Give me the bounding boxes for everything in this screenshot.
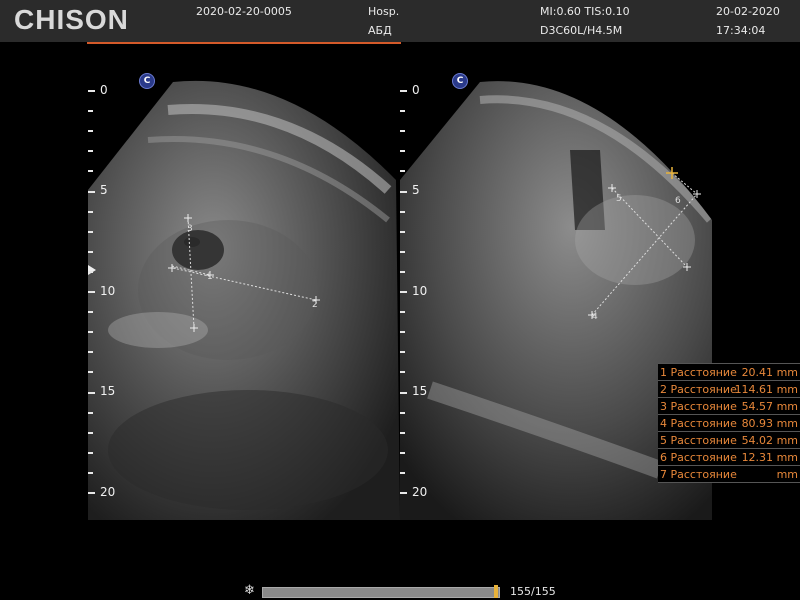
depth-label: 20 — [412, 485, 428, 499]
depth-label: 5 — [412, 183, 420, 197]
patient-id: 2020-02-20-0005 — [196, 5, 292, 18]
depth-tick — [88, 331, 93, 334]
depth-label: 10 — [412, 284, 428, 298]
depth-tick — [400, 210, 405, 213]
depth-label: 15 — [412, 384, 428, 398]
depth-tick — [400, 411, 405, 414]
depth-tick — [88, 190, 95, 193]
depth-tick — [400, 371, 405, 374]
cine-frame-counter: 155/155 — [510, 585, 556, 598]
depth-tick — [400, 190, 407, 193]
measurement-row[interactable]: 1 Расстояние 20.41 mm — [658, 364, 800, 381]
depth-tick — [88, 492, 95, 494]
depth-label: 15 — [100, 384, 116, 398]
exam-time: 17:34:04 — [716, 24, 766, 37]
hospital-name: Hosp. — [368, 5, 400, 18]
depth-label: 0 — [100, 83, 108, 97]
depth-tick — [88, 270, 93, 273]
depth-tick — [88, 110, 93, 113]
depth-tick — [88, 90, 95, 92]
snowflake-icon[interactable]: ❄ — [244, 583, 255, 598]
caliper-marker-3: 3 — [187, 224, 193, 234]
depth-tick — [88, 351, 93, 354]
depth-tick — [400, 391, 407, 394]
depth-tick — [88, 371, 93, 374]
measurement-row[interactable]: 7 Расстояние mm — [658, 466, 800, 483]
depth-tick — [88, 431, 93, 434]
cine-loop-bar: ❄ 155/155 — [240, 583, 560, 600]
depth-tick — [88, 471, 93, 474]
depth-tick — [88, 130, 93, 133]
probe-info: D3C60L/H4.5M — [540, 24, 623, 37]
caliper-marker-1: 1 — [207, 272, 213, 282]
depth-tick — [400, 270, 405, 273]
depth-label: 5 — [100, 183, 108, 197]
depth-label: 10 — [100, 284, 116, 298]
measurement-row[interactable]: 2 Расстояние 114.61 mm — [658, 381, 800, 398]
ultrasound-image-left[interactable] — [88, 70, 400, 520]
depth-tick — [88, 210, 93, 213]
depth-tick — [400, 291, 407, 293]
depth-tick — [400, 331, 405, 334]
cine-progress-track[interactable] — [262, 587, 500, 598]
depth-tick — [88, 150, 93, 153]
depth-tick — [400, 170, 405, 173]
mi-tis-readout: MI:0.60 TIS:0.10 — [540, 5, 630, 18]
depth-label: 20 — [100, 485, 116, 499]
depth-tick — [88, 250, 93, 253]
exam-preset: АБД — [368, 24, 392, 37]
caliper-marker-4: 4 — [592, 312, 598, 322]
depth-tick — [400, 311, 405, 314]
depth-tick — [400, 90, 407, 92]
measurement-results: 1 Расстояние 20.41 mm 2 Расстояние 114.6… — [658, 363, 800, 483]
depth-tick — [88, 311, 93, 314]
depth-tick — [400, 130, 405, 133]
caliper-marker-5: 5 — [616, 194, 622, 204]
depth-tick — [88, 411, 93, 414]
depth-tick — [400, 451, 405, 454]
depth-tick — [400, 431, 405, 434]
depth-tick — [88, 291, 95, 293]
measurement-row[interactable]: 3 Расстояние 54.57 mm — [658, 398, 800, 415]
depth-tick — [400, 150, 405, 153]
top-bar: CHISON 2020-02-20-0005 Hosp. АБД MI:0.60… — [0, 0, 800, 42]
logo-badge-left: C — [139, 73, 155, 89]
active-pane-indicator — [87, 42, 401, 44]
depth-tick — [400, 351, 405, 354]
logo-badge-right: C — [452, 73, 468, 89]
measurement-row[interactable]: 5 Расстояние 54.02 mm — [658, 432, 800, 449]
depth-tick — [400, 230, 405, 233]
exam-date: 20-02-2020 — [716, 5, 780, 18]
measurement-row[interactable]: 6 Расстояние 12.31 mm — [658, 449, 800, 466]
brand-logo: CHISON — [14, 4, 129, 35]
depth-tick — [400, 492, 407, 494]
measurement-row[interactable]: 4 Расстояние 80.93 mm — [658, 415, 800, 432]
depth-tick — [88, 391, 95, 394]
cine-progress-thumb[interactable] — [494, 585, 498, 598]
depth-tick — [88, 170, 93, 173]
depth-tick — [88, 230, 93, 233]
caliper-marker-6: 6 — [675, 196, 681, 206]
depth-tick — [88, 451, 93, 454]
depth-tick — [400, 471, 405, 474]
caliper-marker-2: 2 — [312, 300, 318, 310]
depth-tick — [400, 250, 405, 253]
depth-tick — [400, 110, 405, 113]
depth-label: 0 — [412, 83, 420, 97]
